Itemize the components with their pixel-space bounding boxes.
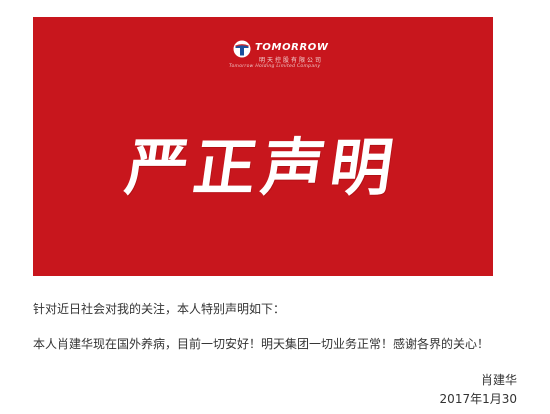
logo-english-name: Tomorrow Holding Limited Company	[229, 64, 321, 69]
statement-headline: 严正声明	[121, 131, 404, 204]
tomorrow-logo-icon	[233, 40, 251, 58]
logo-chinese-name: 明天控股有限公司	[259, 57, 324, 64]
signature-name: 肖建华	[480, 373, 517, 387]
statement-intro: 针对近日社会对我的关注，本人特别声明如下：	[33, 302, 286, 316]
company-logo: TOMORROW 明天控股有限公司 Tomorrow Holding Limit…	[229, 39, 343, 81]
logo-name: TOMORROW	[255, 42, 329, 53]
statement-page: TOMORROW 明天控股有限公司 Tomorrow Holding Limit…	[0, 0, 550, 414]
statement-banner: TOMORROW 明天控股有限公司 Tomorrow Holding Limit…	[33, 17, 493, 276]
signature-date: 2017年1月30	[439, 392, 517, 406]
statement-body: 本人肖建华现在国外养病，目前一切安好！明天集团一切业务正常！感谢各界的关心！	[33, 337, 490, 351]
